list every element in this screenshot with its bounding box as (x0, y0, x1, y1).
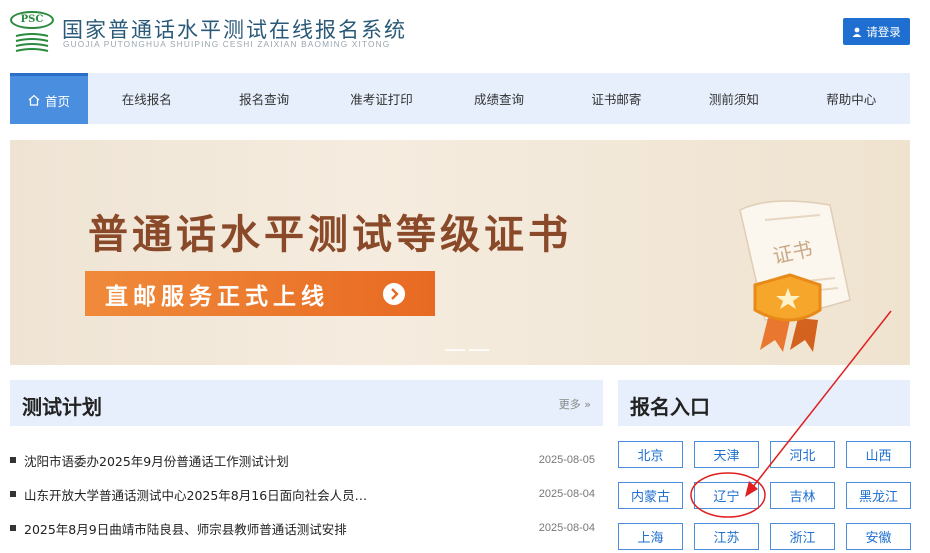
list-item[interactable]: 山东开放大学普通话测试中心2025年8月16日面向社会人员… 2025-08-0… (10, 477, 603, 511)
province-button-hebei[interactable]: 河北 (770, 441, 835, 468)
nav-item-help-center[interactable]: 帮助中心 (793, 73, 910, 124)
psc-logo[interactable]: PSC (10, 11, 54, 53)
province-button-liaoning[interactable]: 辽宁 (694, 482, 759, 509)
list-item[interactable]: 沈阳市语委办2025年9月份普通话工作测试计划 2025-08-05 (10, 443, 603, 477)
province-button-anhui[interactable]: 安徽 (846, 523, 911, 550)
list-item[interactable]: 2025年8月9日曲靖市陆良县、师宗县教师普通话测试安排 2025-08-04 (10, 511, 603, 545)
province-grid: 北京 天津 河北 山西 内蒙古 辽宁 吉林 黑龙江 上海 江苏 浙江 安徽 (618, 441, 911, 550)
registration-entry-title: 报名入口 (630, 395, 710, 419)
bullet-icon (10, 457, 16, 463)
nav-item-test-notice[interactable]: 测前须知 (675, 73, 792, 124)
book-icon (15, 33, 49, 52)
registration-entry-header: 报名入口 (618, 380, 910, 426)
login-label: 请登录 (866, 24, 901, 39)
banner-cta-label: 直邮服务正式上线 (105, 283, 329, 310)
login-button[interactable]: 请登录 (843, 18, 910, 45)
certificate-illustration: 证书 (739, 200, 851, 352)
nav-item-score-query[interactable]: 成绩查询 (440, 73, 557, 124)
province-button-shanxi[interactable]: 山西 (846, 441, 911, 468)
plan-item-date: 2025-08-04 (538, 488, 595, 500)
province-button-zhejiang[interactable]: 浙江 (770, 523, 835, 550)
plan-item-date: 2025-08-04 (538, 522, 595, 534)
nav-item-registration-query[interactable]: 报名查询 (205, 73, 322, 124)
nav-item-home[interactable]: 首页 (10, 73, 88, 124)
banner-cta-button[interactable]: 直邮服务正式上线 (85, 271, 435, 316)
nav-home-label: 首页 (44, 93, 70, 109)
more-link[interactable]: 更多 » (559, 396, 591, 412)
province-button-jilin[interactable]: 吉林 (770, 482, 835, 509)
province-button-heilongjiang[interactable]: 黑龙江 (846, 482, 911, 509)
psc-logo-text: PSC (10, 11, 54, 29)
arrow-right-icon (383, 283, 405, 305)
province-button-shanghai[interactable]: 上海 (618, 523, 683, 550)
site-subtitle: GUOJIA PUTONGHUA SHUIPING CESHI ZAIXIAN … (63, 39, 391, 49)
plan-item-title: 沈阳市语委办2025年9月份普通话工作测试计划 (24, 453, 289, 469)
main-nav: 首页 在线报名 报名查询 准考证打印 成绩查询 证书邮寄 测前须知 帮助中心 (10, 73, 910, 124)
user-icon (852, 27, 862, 37)
registration-entry-panel: 报名入口 北京 天津 河北 山西 内蒙古 辽宁 吉林 黑龙江 上海 江苏 浙江 … (618, 380, 911, 553)
banner-title: 普通话水平测试等级证书 (88, 211, 572, 258)
province-button-tianjin[interactable]: 天津 (694, 441, 759, 468)
bullet-icon (10, 491, 16, 497)
province-button-neimenggu[interactable]: 内蒙古 (618, 482, 683, 509)
plan-item-title: 2025年8月9日曲靖市陆良县、师宗县教师普通话测试安排 (24, 521, 347, 537)
home-icon (28, 94, 40, 106)
plan-item-date: 2025-08-05 (538, 454, 595, 466)
plan-item-title: 山东开放大学普通话测试中心2025年8月16日面向社会人员… (24, 487, 368, 503)
test-plan-header: 测试计划 更多 » (10, 380, 603, 426)
hero-banner[interactable]: 普通话水平测试等级证书 直邮服务正式上线 证书 (10, 140, 910, 365)
test-plan-panel: 测试计划 更多 » 沈阳市语委办2025年9月份普通话工作测试计划 2025-0… (10, 380, 603, 553)
carousel-indicator[interactable] (445, 349, 489, 351)
site-header: PSC 国家普通话水平测试在线报名系统 GUOJIA PUTONGHUA SHU… (0, 0, 930, 62)
nav-item-certificate-mail[interactable]: 证书邮寄 (558, 73, 675, 124)
nav-item-admission-ticket[interactable]: 准考证打印 (323, 73, 440, 124)
test-plan-list: 沈阳市语委办2025年9月份普通话工作测试计划 2025-08-05 山东开放大… (10, 443, 603, 545)
page: PSC 国家普通话水平测试在线报名系统 GUOJIA PUTONGHUA SHU… (0, 0, 930, 553)
province-button-jiangsu[interactable]: 江苏 (694, 523, 759, 550)
bullet-icon (10, 525, 16, 531)
nav-item-online-registration[interactable]: 在线报名 (88, 73, 205, 124)
test-plan-title: 测试计划 (22, 395, 102, 419)
province-button-beijing[interactable]: 北京 (618, 441, 683, 468)
